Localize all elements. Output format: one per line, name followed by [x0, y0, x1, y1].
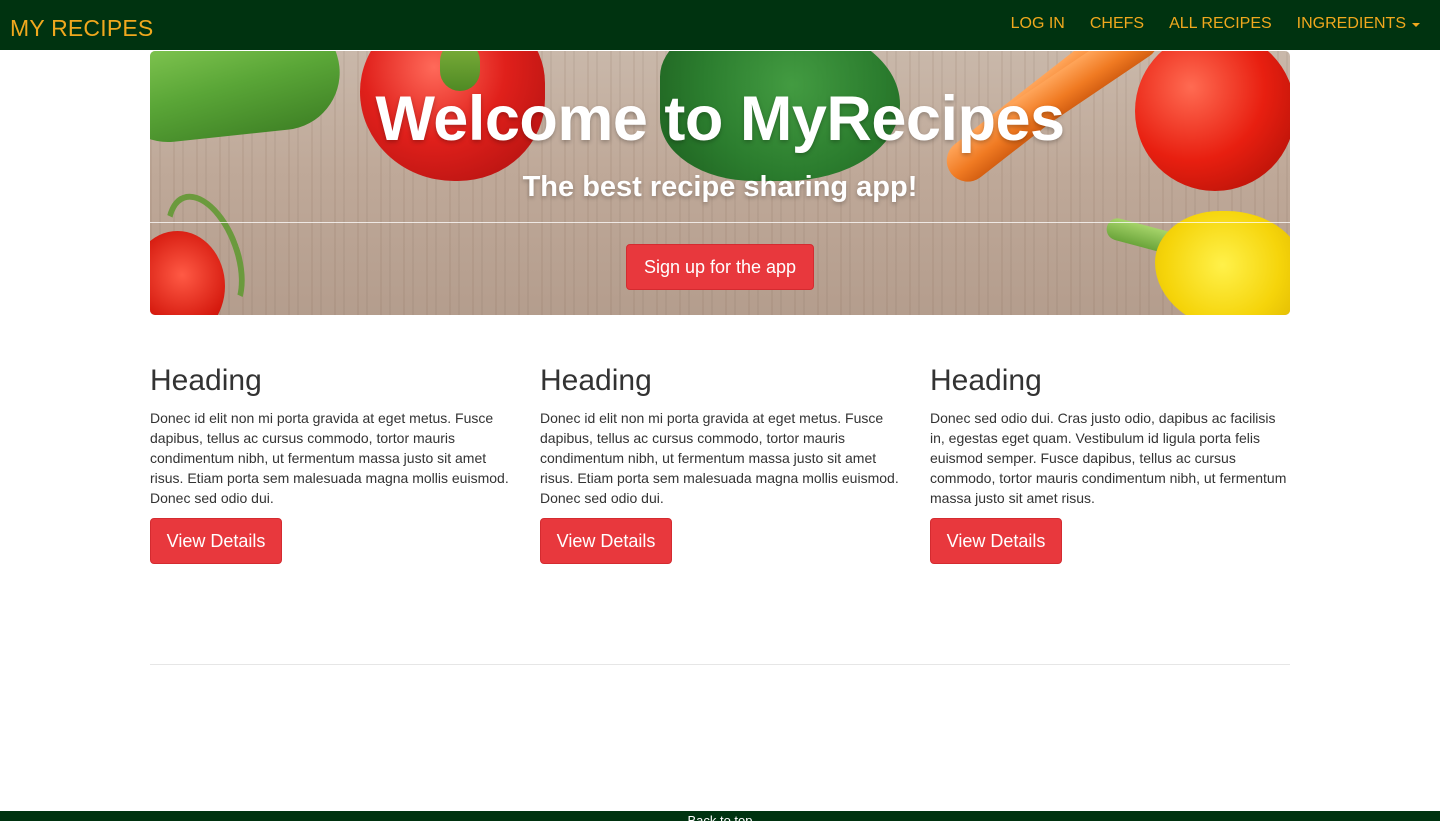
hero-subtitle: The best recipe sharing app! — [522, 171, 918, 203]
feature-column: Heading Donec id elit non mi porta gravi… — [150, 362, 510, 564]
back-to-top-link[interactable]: Back to top — [0, 813, 1440, 821]
footer: Back to top — [0, 811, 1440, 821]
column-heading: Heading — [930, 364, 1042, 397]
column-heading: Heading — [540, 364, 652, 397]
nav-links: LOG IN CHEFS ALL RECIPES INGREDIENTS — [986, 14, 1420, 34]
column-body: Donec id elit non mi porta gravida at eg… — [540, 410, 899, 506]
feature-column: Heading Donec sed odio dui. Cras justo o… — [930, 362, 1290, 564]
nav-login-link[interactable]: LOG IN — [1011, 14, 1065, 34]
column-heading: Heading — [150, 364, 262, 397]
yellow-pepper-image — [1155, 211, 1290, 315]
feature-column: Heading Donec id elit non mi porta gravi… — [540, 362, 900, 564]
top-navbar: MY RECIPES LOG IN CHEFS ALL RECIPES INGR… — [0, 0, 1440, 50]
column-body: Donec sed odio dui. Cras justo odio, dap… — [930, 410, 1287, 506]
view-details-button[interactable]: View Details — [150, 518, 282, 564]
nav-ingredients-dropdown[interactable]: INGREDIENTS — [1297, 14, 1420, 34]
section-divider — [150, 664, 1290, 665]
hero-divider — [150, 222, 1290, 223]
signup-button[interactable]: Sign up for the app — [626, 244, 814, 290]
brand-logo-link[interactable]: MY RECIPES — [10, 14, 153, 42]
nav-ingredients-label: INGREDIENTS — [1296, 15, 1406, 32]
view-details-button[interactable]: View Details — [930, 518, 1062, 564]
hero-jumbotron: Welcome to MyRecipes The best recipe sha… — [150, 51, 1290, 315]
view-details-button[interactable]: View Details — [540, 518, 672, 564]
nav-chefs-link[interactable]: CHEFS — [1090, 14, 1144, 34]
column-body: Donec id elit non mi porta gravida at eg… — [150, 410, 509, 506]
hero-title: Welcome to MyRecipes — [375, 84, 1065, 154]
caret-down-icon — [1412, 23, 1420, 27]
nav-all-recipes-link[interactable]: ALL RECIPES — [1169, 14, 1272, 34]
